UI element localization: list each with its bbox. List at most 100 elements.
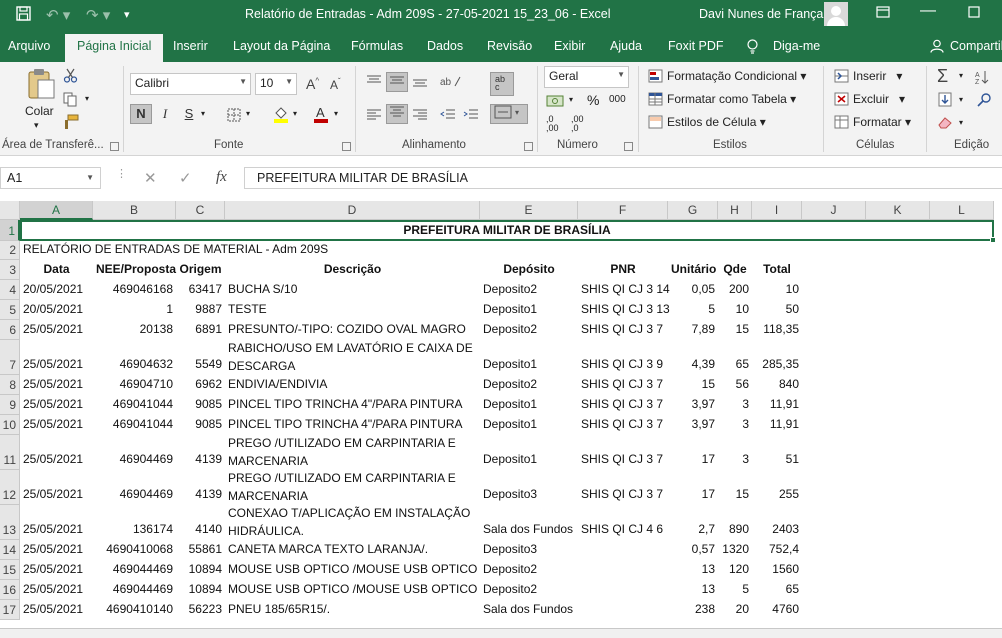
column-header-f[interactable]: F <box>578 201 668 220</box>
sort-filter-icon[interactable]: AZ <box>975 70 993 86</box>
merge-center-button[interactable]: ▾ <box>490 104 528 124</box>
font-name-select[interactable]: Calibri ▼ <box>130 73 251 95</box>
column-header-e[interactable]: E <box>480 201 578 220</box>
user-name[interactable]: Davi Nunes de França <box>699 7 823 21</box>
tab-exibir[interactable]: Exibir <box>554 39 585 53</box>
format-painter-icon[interactable] <box>63 114 79 131</box>
cell-styles-button[interactable]: Estilos de Célula ▾ <box>667 115 766 129</box>
thousands-separator-button[interactable]: 000 <box>609 94 626 105</box>
clear-chevron-icon[interactable]: ▾ <box>959 118 963 127</box>
row-header-16[interactable]: 16 <box>0 580 20 600</box>
ribbon-display-icon[interactable] <box>876 5 890 21</box>
tab-layout-da-pagina[interactable]: Layout da Página <box>233 39 330 53</box>
avatar[interactable] <box>824 2 848 26</box>
format-as-table-button[interactable]: Formatar como Tabela ▾ <box>667 92 796 106</box>
row-header-9[interactable]: 9 <box>0 395 20 415</box>
customize-quick-access-icon[interactable]: ▾ <box>124 8 130 21</box>
borders-chevron-icon[interactable]: ▾ <box>246 109 250 118</box>
currency-icon[interactable] <box>546 94 566 110</box>
percent-button[interactable]: % <box>587 92 599 108</box>
align-middle-button[interactable] <box>386 72 408 92</box>
format-cells-button[interactable]: Formatar ▾ <box>853 115 911 129</box>
name-box[interactable]: A1 ▼ <box>0 167 101 189</box>
row-header-15[interactable]: 15 <box>0 560 20 580</box>
tab-dados[interactable]: Dados <box>427 39 463 53</box>
align-right-icon[interactable] <box>412 108 428 124</box>
more-options-icon[interactable]: ⋮ <box>116 167 127 180</box>
insert-cells-button[interactable]: Inserir ▾ <box>853 69 902 83</box>
increase-decimal-button[interactable]: ,0 ,00 <box>546 115 566 133</box>
font-size-select[interactable]: 10 ▼ <box>255 73 297 95</box>
font-launcher[interactable] <box>342 142 351 151</box>
row-header-8[interactable]: 8 <box>0 375 20 395</box>
borders-icon[interactable] <box>227 108 241 124</box>
minimize-icon[interactable]: — <box>920 2 936 20</box>
row-header-14[interactable]: 14 <box>0 540 20 560</box>
fill-chevron-icon[interactable]: ▾ <box>959 95 963 104</box>
alignment-launcher[interactable] <box>524 142 533 151</box>
align-bottom-icon[interactable] <box>412 74 428 90</box>
paste-icon[interactable] <box>26 68 56 102</box>
select-all-corner[interactable] <box>0 201 20 220</box>
column-header-i[interactable]: I <box>752 201 802 220</box>
copy-chevron-icon[interactable]: ▾ <box>85 94 89 103</box>
bold-button[interactable]: N <box>130 104 152 124</box>
row-header-4[interactable]: 4 <box>0 280 20 300</box>
redo-icon[interactable]: ↷ ▾ <box>86 6 110 24</box>
italic-button[interactable]: I <box>154 104 176 124</box>
number-launcher[interactable] <box>624 142 633 151</box>
autosum-icon[interactable]: Σ <box>937 67 948 85</box>
column-header-j[interactable]: J <box>802 201 866 220</box>
cut-icon[interactable] <box>63 68 78 85</box>
delete-cells-button[interactable]: Excluir ▾ <box>853 92 905 106</box>
autosum-chevron-icon[interactable]: ▾ <box>959 71 963 80</box>
align-left-icon[interactable] <box>366 108 382 124</box>
fill-icon[interactable] <box>937 92 953 109</box>
row-header-7[interactable]: 7 <box>0 340 20 375</box>
tab-arquivo[interactable]: Arquivo <box>8 39 50 53</box>
column-header-k[interactable]: K <box>866 201 930 220</box>
fill-color-chevron-icon[interactable]: ▾ <box>293 109 297 118</box>
wrap-text-button[interactable]: ab c <box>490 72 514 96</box>
row-header-17[interactable]: 17 <box>0 600 20 620</box>
undo-icon[interactable]: ↶ ▾ <box>46 6 70 24</box>
font-color-chevron-icon[interactable]: ▾ <box>334 109 338 118</box>
increase-indent-icon[interactable] <box>463 108 479 124</box>
column-header-b[interactable]: B <box>93 201 176 220</box>
decrease-indent-icon[interactable] <box>440 108 456 124</box>
paste-chevron-icon[interactable]: ▾ <box>34 120 39 131</box>
paste-button[interactable]: Colar <box>25 104 54 118</box>
tab-pagina-inicial[interactable]: Página Inicial <box>65 34 164 62</box>
column-header-c[interactable]: C <box>176 201 225 220</box>
tab-ajuda[interactable]: Ajuda <box>610 39 642 53</box>
tab-foxit-pdf[interactable]: Foxit PDF <box>668 39 724 53</box>
tab-revisao[interactable]: Revisão <box>487 39 532 53</box>
row-header-2[interactable]: 2 <box>0 241 20 260</box>
increase-font-icon[interactable]: A^ <box>306 77 319 91</box>
clear-icon[interactable] <box>937 115 953 131</box>
formula-input[interactable]: PREFEITURA MILITAR DE BRASÍLIA <box>244 167 1002 189</box>
row-header-1[interactable]: 1 <box>0 220 20 241</box>
column-header-h[interactable]: H <box>718 201 752 220</box>
enter-icon[interactable]: ✓ <box>179 169 192 187</box>
tab-formulas[interactable]: Fórmulas <box>351 39 403 53</box>
row-header-13[interactable]: 13 <box>0 505 20 540</box>
row-header-3[interactable]: 3 <box>0 260 20 280</box>
column-header-l[interactable]: L <box>930 201 994 220</box>
align-top-icon[interactable] <box>366 74 382 90</box>
font-color-icon[interactable]: A <box>313 105 329 125</box>
number-format-select[interactable]: Geral ▼ <box>544 66 629 88</box>
decrease-font-icon[interactable]: Aˇ <box>330 78 341 92</box>
save-icon[interactable] <box>16 6 31 25</box>
fill-handle[interactable] <box>990 237 996 243</box>
currency-chevron-icon[interactable]: ▾ <box>569 95 573 104</box>
column-header-d[interactable]: D <box>225 201 480 220</box>
clipboard-launcher[interactable] <box>110 142 119 151</box>
row-header-5[interactable]: 5 <box>0 300 20 320</box>
insert-function-icon[interactable]: fx <box>216 169 227 186</box>
align-center-button[interactable] <box>386 104 408 124</box>
underline-button[interactable]: S <box>178 104 200 124</box>
conditional-formatting-button[interactable]: Formatação Condicional ▾ <box>667 69 806 83</box>
orientation-icon[interactable]: ab <box>440 74 462 90</box>
column-header-g[interactable]: G <box>668 201 718 220</box>
